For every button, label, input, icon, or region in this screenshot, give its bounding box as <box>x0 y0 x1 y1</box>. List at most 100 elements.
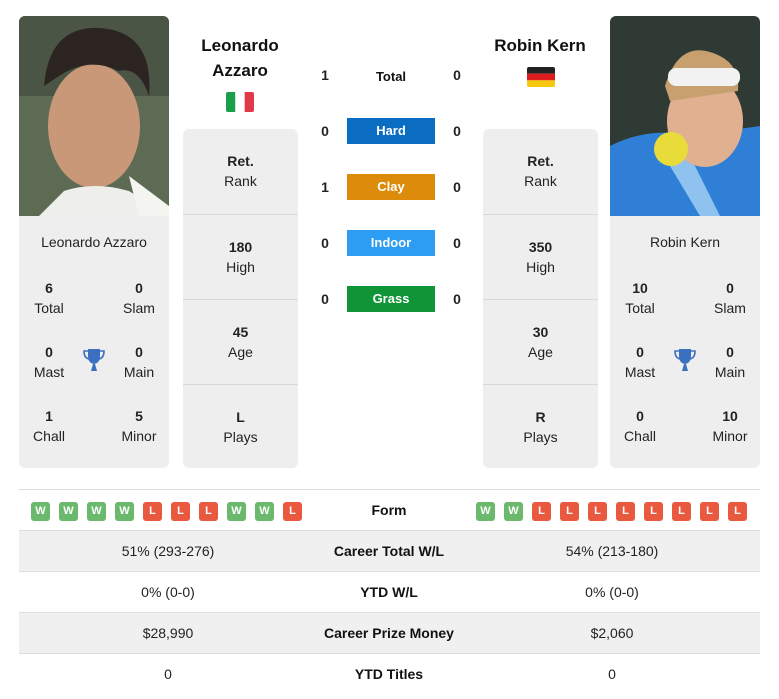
value: 350 <box>528 239 553 255</box>
h2h-grass-p1: 0 <box>321 291 329 307</box>
form-win-badge[interactable]: W <box>59 502 78 521</box>
row-label: Career Total W/L <box>333 543 445 559</box>
h2h-total-label: Total <box>375 69 407 84</box>
label: Minor <box>121 428 157 444</box>
label: Chall <box>33 428 65 444</box>
h2h-clay-p1: 1 <box>321 179 329 195</box>
value: 1 <box>45 408 53 424</box>
form-label: Form <box>371 502 407 518</box>
form-loss-badge[interactable]: L <box>700 502 719 521</box>
form-loss-badge[interactable]: L <box>171 502 190 521</box>
player1-value: 51% (293-276) <box>121 543 215 559</box>
form-win-badge[interactable]: W <box>115 502 134 521</box>
player2-value: 0 <box>608 666 616 682</box>
label: High <box>226 259 255 275</box>
form-win-badge[interactable]: W <box>476 502 495 521</box>
label: Plays <box>523 429 558 445</box>
label: Total <box>625 300 655 316</box>
value: 0 <box>135 280 143 296</box>
player1-minor-titles: 5 Minor <box>109 406 169 446</box>
label: Plays <box>223 429 258 445</box>
player2-plays: R Plays <box>483 384 598 468</box>
player1-card-name[interactable]: Leonardo Azzaro <box>19 234 169 250</box>
surface-clay-button[interactable]: Clay <box>347 174 435 200</box>
form-win-badge[interactable]: W <box>255 502 274 521</box>
player2-chall-titles: 0 Chall <box>610 406 670 446</box>
label: Total <box>34 300 64 316</box>
italy-flag-icon <box>226 92 254 112</box>
trophy-icon <box>673 347 697 373</box>
player2-name: Robin Kern <box>494 36 586 55</box>
label: Main <box>714 364 746 380</box>
player1-titles-card: Leonardo Azzaro 6 Total 0 Slam 0 Mast 0 Main… <box>19 216 169 468</box>
player2-photo <box>610 16 760 216</box>
player1-value: $28,990 <box>142 625 194 641</box>
comparison-row: 51% (293-276) Career Total W/L 54% (213-… <box>19 530 760 571</box>
value: L <box>236 409 245 425</box>
player1-chall-titles: 1 Chall <box>19 406 79 446</box>
value: 0 <box>135 344 143 360</box>
form-win-badge[interactable]: W <box>504 502 523 521</box>
h2h-total-p1: 1 <box>321 67 329 83</box>
h2h-hard-p1: 0 <box>321 123 329 139</box>
value: Ret. <box>227 153 254 169</box>
player2-value: 0% (0-0) <box>585 584 639 600</box>
form-loss-badge[interactable]: L <box>644 502 663 521</box>
row-label: Career Prize Money <box>324 625 454 641</box>
player1-value: 0% (0-0) <box>141 584 195 600</box>
form-win-badge[interactable]: W <box>227 502 246 521</box>
comparison-row: 0% (0-0) YTD W/L 0% (0-0) <box>19 571 760 612</box>
row-label: YTD W/L <box>360 584 418 600</box>
h2h-indoor-p1: 0 <box>321 235 329 251</box>
label: Slam <box>123 300 155 316</box>
label: Mast <box>33 364 65 380</box>
form-loss-badge[interactable]: L <box>199 502 218 521</box>
form-win-badge[interactable]: W <box>87 502 106 521</box>
row-label: YTD Titles <box>354 666 424 682</box>
player2-name-heading[interactable]: Robin Kern <box>480 33 600 58</box>
form-win-badge[interactable]: W <box>31 502 50 521</box>
form-loss-badge[interactable]: L <box>532 502 551 521</box>
player1-total-titles: 6 Total <box>19 278 79 318</box>
label: Rank <box>224 173 257 189</box>
form-loss-badge[interactable]: L <box>672 502 691 521</box>
player2-info-column: Ret. Rank 350 High 30 Age R Plays <box>483 129 598 468</box>
h2h-total-row: 1 Total 0 <box>315 62 470 88</box>
form-loss-badge[interactable]: L <box>283 502 302 521</box>
value: 0 <box>636 408 644 424</box>
trophy-icon <box>82 347 106 373</box>
comparison-row: 0 YTD Titles 0 <box>19 653 760 694</box>
value: 10 <box>722 408 738 424</box>
value: 10 <box>632 280 648 296</box>
player1-mast-titles: 0 Mast <box>19 342 79 382</box>
form-loss-badge[interactable]: L <box>560 502 579 521</box>
form-loss-badge[interactable]: L <box>616 502 635 521</box>
label: Rank <box>524 173 557 189</box>
form-loss-badge[interactable]: L <box>588 502 607 521</box>
germany-flag-icon <box>527 67 555 87</box>
surface-hard-button[interactable]: Hard <box>347 118 435 144</box>
h2h-indoor-row: 0 Indoor 0 <box>315 230 470 256</box>
player1-slam-titles: 0 Slam <box>109 278 169 318</box>
label: Minor <box>712 428 748 444</box>
value: 0 <box>45 344 53 360</box>
h2h-indoor-p2: 0 <box>453 235 461 251</box>
value: 30 <box>532 324 549 340</box>
value: 0 <box>726 344 734 360</box>
player1-first-name: Leonardo <box>201 36 279 55</box>
player1-value: 0 <box>164 666 172 682</box>
value: 45 <box>232 324 249 340</box>
player1-main-titles: 0 Main <box>109 342 169 382</box>
player2-card-name[interactable]: Robin Kern <box>610 234 760 250</box>
player1-name-heading[interactable]: Leonardo Azzaro <box>180 33 300 83</box>
form-loss-badge[interactable]: L <box>728 502 747 521</box>
label: Chall <box>624 428 656 444</box>
surface-grass-button[interactable]: Grass <box>347 286 435 312</box>
value: 5 <box>135 408 143 424</box>
surface-indoor-button[interactable]: Indoor <box>347 230 435 256</box>
form-loss-badge[interactable]: L <box>143 502 162 521</box>
value: 0 <box>636 344 644 360</box>
value: R <box>535 409 546 425</box>
label: Age <box>528 344 553 360</box>
player1-rank: Ret. Rank <box>183 129 298 214</box>
